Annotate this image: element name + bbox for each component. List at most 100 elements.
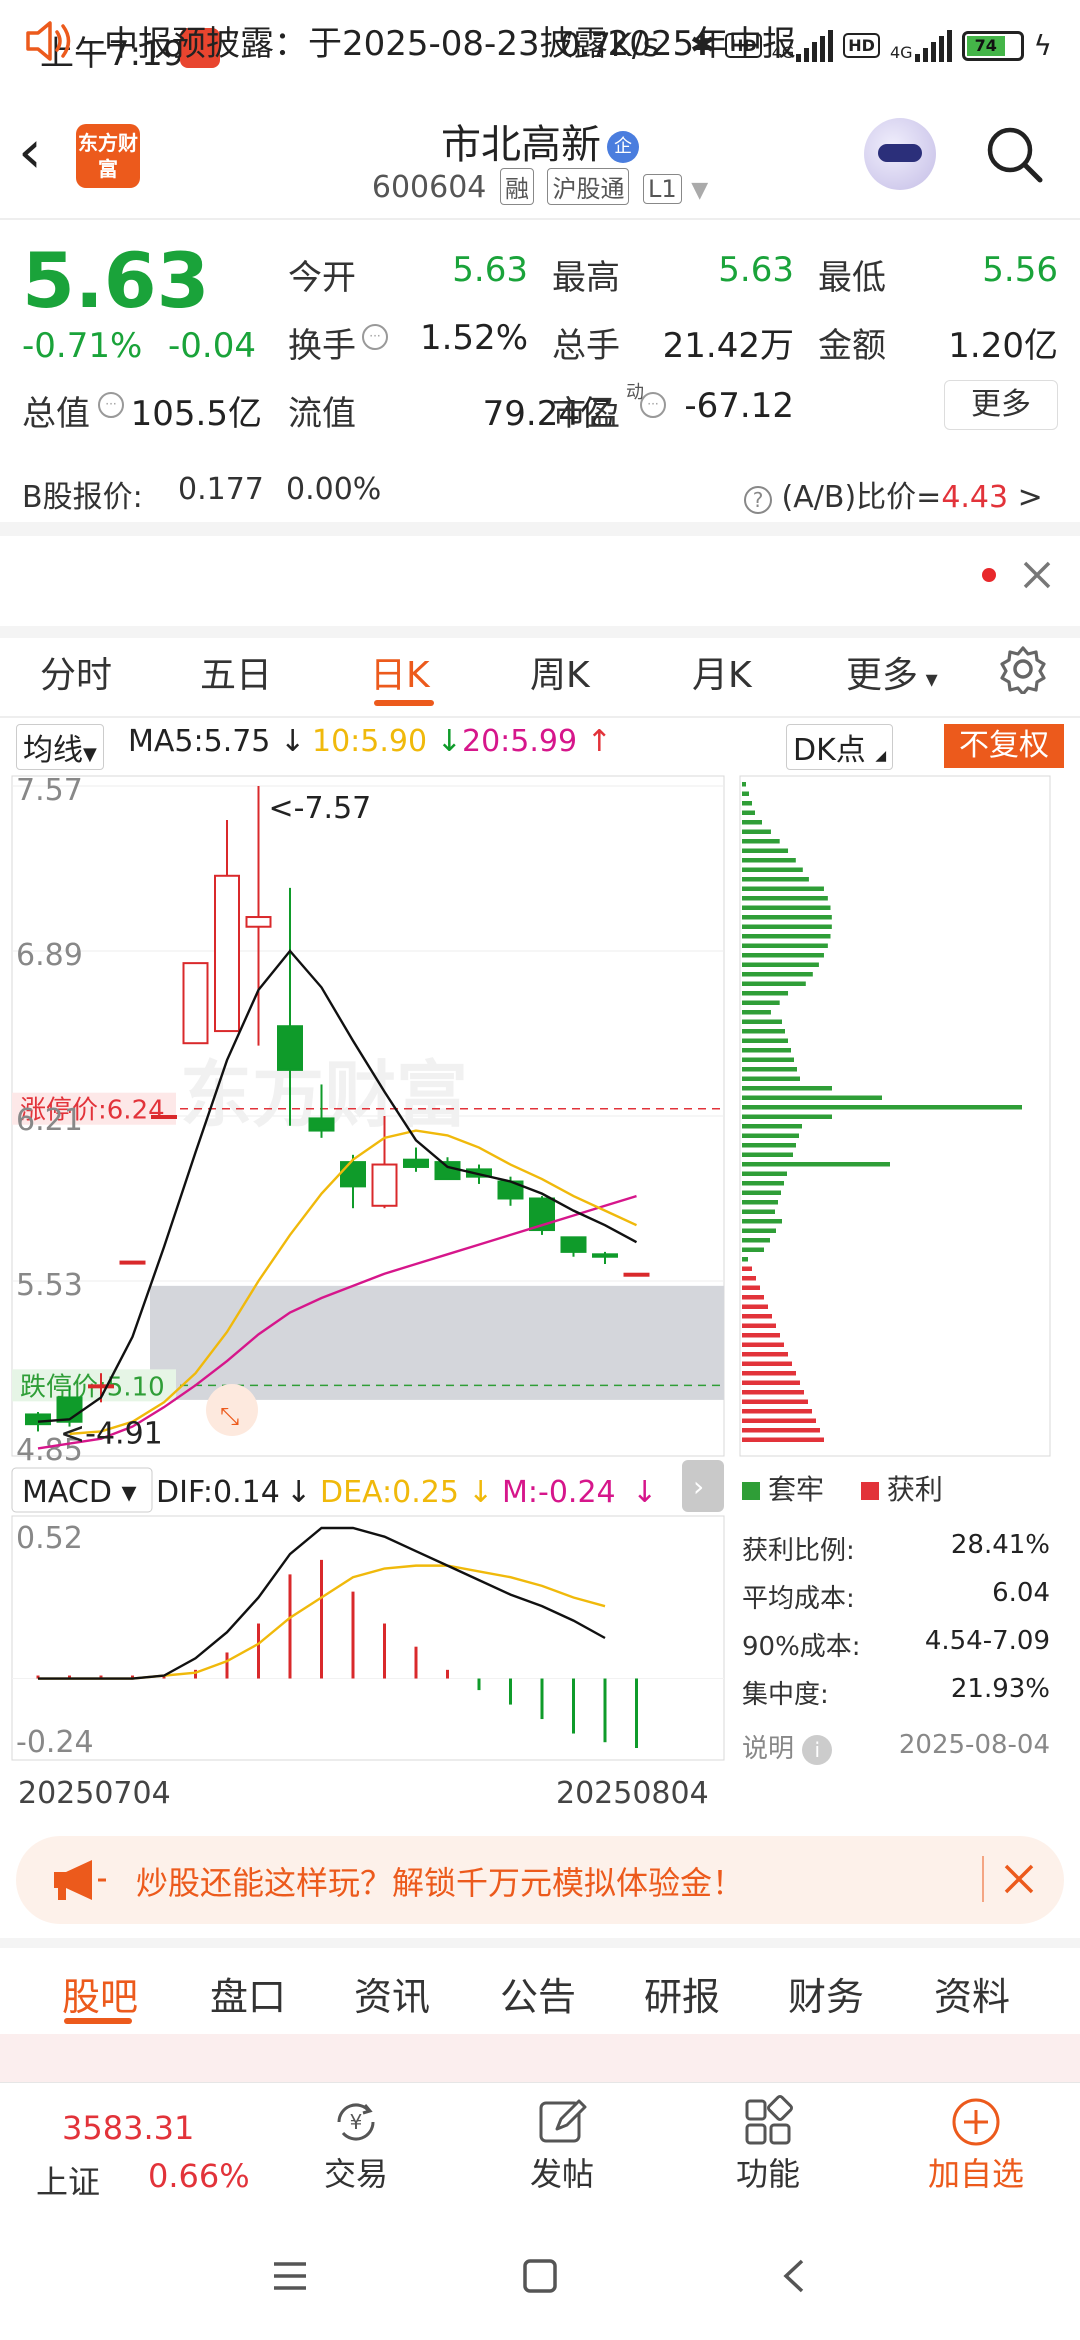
ma20-value: 20:5.99 ↑ bbox=[462, 724, 612, 759]
bottom-nav: 3583.31 上证 0.66% ¥ 交易 发帖 功能 加自选 bbox=[0, 2082, 1080, 2210]
nav-add-watchlist[interactable]: 加自选 bbox=[896, 2095, 1056, 2195]
back-nav-icon[interactable] bbox=[780, 2258, 808, 2294]
notice-text: 中报预披露：于2025-08-23披露2025年中报 bbox=[104, 24, 797, 64]
chip-bar bbox=[742, 1390, 804, 1395]
volume-value: 21.42万 bbox=[662, 326, 794, 366]
chip-bar bbox=[742, 934, 831, 939]
trapped-swatch bbox=[742, 1482, 760, 1500]
system-nav-bar bbox=[0, 2210, 1080, 2340]
macd-y-label: -0.24 bbox=[16, 1725, 94, 1760]
more-quote-button[interactable]: 更多 bbox=[944, 380, 1058, 430]
banner-close-icon[interactable] bbox=[1002, 1862, 1036, 1896]
edit-icon bbox=[539, 2099, 587, 2143]
tab-day-k[interactable]: 日K bbox=[370, 646, 430, 698]
battery-level: 74 bbox=[966, 35, 1005, 56]
help-circle-icon: ? bbox=[744, 486, 772, 514]
candle-body bbox=[151, 1115, 177, 1119]
chip-stat-label: 平均成本: bbox=[742, 1584, 855, 1614]
tab-5day[interactable]: 五日 bbox=[200, 646, 272, 698]
dif-label: DIF:0.14 bbox=[156, 1475, 280, 1510]
tag-connect: 沪股通 bbox=[547, 168, 630, 205]
tab-finance[interactable]: 财务 bbox=[788, 1966, 864, 2021]
chip-bar bbox=[742, 896, 828, 901]
macd-frame bbox=[11, 1515, 725, 1761]
chip-bar bbox=[742, 1095, 882, 1100]
net-type-label-2: 4G bbox=[889, 42, 913, 62]
settings-gear-icon[interactable] bbox=[998, 644, 1048, 694]
candle-body bbox=[308, 1117, 335, 1132]
pe-label: 市盈 bbox=[552, 394, 620, 434]
promo-banner[interactable]: 炒股还能这样玩？解锁千万元模拟体验金！ bbox=[16, 1836, 1064, 1924]
info-dots-icon[interactable]: ··· bbox=[98, 392, 124, 418]
tab-more[interactable]: 更多 ▾ bbox=[846, 646, 938, 698]
chip-bar bbox=[742, 1124, 802, 1129]
chip-bar bbox=[742, 991, 789, 996]
tab-intraday[interactable]: 分时 bbox=[40, 646, 112, 698]
tab-label: 五日 bbox=[200, 655, 273, 696]
nav-add-watchlist-label: 加自选 bbox=[927, 2155, 1024, 2193]
chip-note[interactable]: 说明 i bbox=[742, 1728, 833, 1765]
index-pct: 0.66% bbox=[148, 2157, 250, 2195]
profit-label: 获利 bbox=[886, 1473, 943, 1506]
tab-news[interactable]: 资讯 bbox=[354, 1966, 430, 2021]
tab-forum[interactable]: 股吧 bbox=[62, 1966, 138, 2021]
tab-label: 月K bbox=[692, 655, 752, 696]
chip-bar bbox=[742, 1000, 780, 1005]
amount-label: 金额 bbox=[818, 326, 886, 366]
nav-functions[interactable]: 功能 bbox=[688, 2095, 848, 2195]
chip-bar bbox=[742, 1428, 820, 1433]
dea-label: DEA:0.25 bbox=[320, 1475, 459, 1510]
b-share-price: 0.177 bbox=[178, 472, 264, 507]
nav-post-label: 发帖 bbox=[529, 2155, 594, 2193]
ab-ratio-value: 4.43 bbox=[941, 480, 1009, 515]
candle-body bbox=[88, 1384, 114, 1389]
tab-month-k[interactable]: 月K bbox=[692, 646, 752, 698]
low-value: 5.56 bbox=[982, 250, 1058, 290]
float-cap-label: 流值 bbox=[288, 394, 356, 434]
chip-bar bbox=[742, 858, 796, 863]
chip-bar bbox=[742, 1067, 797, 1072]
dea-arrow: ↓ bbox=[468, 1475, 493, 1510]
tab-announcements[interactable]: 公告 bbox=[500, 1966, 576, 2021]
candle-body bbox=[592, 1253, 618, 1258]
info-dots-icon[interactable]: ··· bbox=[362, 324, 388, 350]
chip-bar bbox=[742, 848, 789, 853]
chip-bar bbox=[742, 1238, 770, 1243]
chip-bar bbox=[742, 1143, 796, 1148]
tab-research[interactable]: 研报 bbox=[644, 1966, 720, 2021]
nav-post[interactable]: 发帖 bbox=[482, 2095, 642, 2195]
chip-bar bbox=[742, 962, 819, 967]
unread-dot bbox=[982, 568, 996, 582]
chip-bar bbox=[742, 1019, 782, 1024]
chip-bar bbox=[742, 782, 746, 787]
search-icon[interactable] bbox=[984, 124, 1044, 184]
ab-ratio[interactable]: ? (A/B)比价=4.43 > bbox=[744, 472, 1043, 516]
caret-down-icon[interactable]: ▼ bbox=[691, 178, 708, 203]
svg-text:¥: ¥ bbox=[350, 2110, 363, 2134]
ma10-text: 10:5.90 bbox=[312, 724, 428, 759]
tab-week-k[interactable]: 周K bbox=[530, 646, 590, 698]
candle-body bbox=[371, 1163, 398, 1207]
nav-trade[interactable]: ¥ 交易 bbox=[276, 2095, 436, 2195]
chip-bar bbox=[742, 1209, 775, 1214]
chip-bar bbox=[742, 1038, 788, 1043]
chip-date: 2025-08-04 bbox=[898, 1730, 1050, 1760]
close-icon[interactable] bbox=[1022, 560, 1052, 590]
chip-bar bbox=[742, 1181, 784, 1186]
feed-peek bbox=[0, 2034, 1080, 2082]
chip-bar bbox=[742, 810, 755, 815]
assistant-robot-icon[interactable] bbox=[864, 118, 936, 190]
chip-bar bbox=[742, 1076, 800, 1081]
kline-chart[interactable]: 东方财富涨停价:6.24跌停价:5.107.576.896.215.534.85… bbox=[0, 760, 1080, 1810]
chip-bar bbox=[742, 1257, 748, 1262]
chip-bar bbox=[742, 1352, 788, 1357]
home-square-icon[interactable] bbox=[522, 2258, 558, 2294]
menu-icon[interactable] bbox=[272, 2260, 308, 2292]
charging-icon: ϟ bbox=[1033, 29, 1052, 62]
index-value[interactable]: 3583.31 bbox=[62, 2109, 194, 2147]
chip-bar bbox=[742, 1152, 793, 1157]
chip-bar bbox=[742, 1171, 787, 1176]
tab-profile[interactable]: 资料 bbox=[934, 1966, 1010, 2021]
tab-orderbook[interactable]: 盘口 bbox=[210, 1966, 286, 2021]
cost-zone bbox=[150, 1285, 724, 1400]
